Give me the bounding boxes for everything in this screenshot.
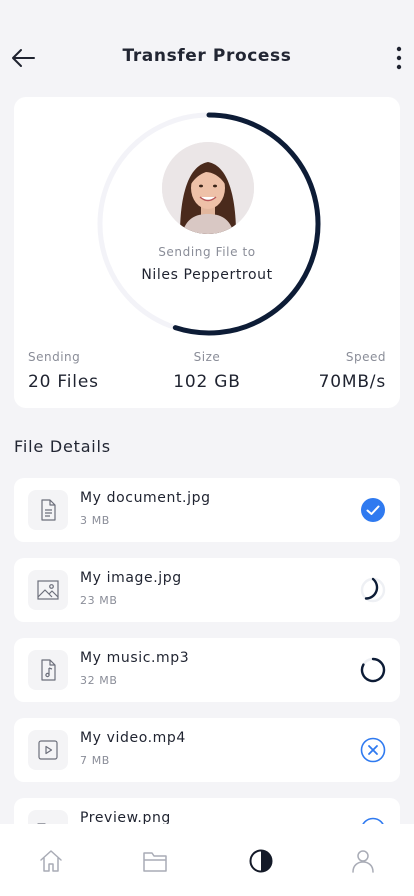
more-vertical-icon[interactable] — [392, 45, 406, 71]
file-row[interactable]: My document.jpg 3 MB — [14, 478, 400, 542]
file-size: 32 MB — [80, 674, 118, 687]
stat-value: 20 Files — [28, 372, 99, 392]
file-name: My video.mp4 — [80, 730, 186, 746]
recipient-name: Niles Peppertrout — [141, 267, 273, 283]
sending-label: Sending File to — [158, 245, 256, 259]
document-icon — [41, 499, 56, 521]
files-icon[interactable] — [142, 848, 168, 874]
avatar — [162, 142, 254, 234]
cancel-circle-icon[interactable] — [360, 737, 386, 763]
stat-value: 102 GB — [173, 372, 241, 392]
file-name: My music.mp3 — [80, 650, 190, 666]
stat-size: Size 102 GB — [149, 350, 265, 392]
file-name: My document.jpg — [80, 490, 211, 506]
file-size: 3 MB — [80, 514, 110, 527]
stat-sending: Sending 20 Files — [28, 350, 99, 392]
profile-icon[interactable] — [350, 848, 376, 874]
stat-label: Size — [193, 350, 221, 364]
video-file-icon — [38, 740, 58, 760]
file-icon-box — [28, 650, 68, 690]
music-file-icon — [41, 659, 56, 681]
pie-chart-icon[interactable] — [248, 848, 274, 874]
stat-label: Sending — [28, 350, 81, 364]
file-size: 7 MB — [80, 754, 110, 767]
loading-spinner-icon — [360, 657, 386, 683]
stat-speed: Speed 70MB/s — [319, 350, 386, 392]
transfer-card: Sending File to Niles Peppertrout Sendin… — [14, 97, 400, 408]
file-row[interactable]: My video.mp4 7 MB — [14, 718, 400, 782]
stat-value: 70MB/s — [318, 372, 386, 392]
file-row[interactable]: My image.jpg 23 MB — [14, 558, 400, 622]
progress-spinner-icon — [360, 577, 386, 603]
file-size: 23 MB — [80, 594, 118, 607]
header: Transfer Process — [0, 0, 414, 100]
stat-label: Speed — [345, 350, 386, 364]
image-icon — [37, 580, 59, 600]
file-icon-box — [28, 570, 68, 610]
file-name: My image.jpg — [80, 570, 182, 586]
home-icon[interactable] — [38, 848, 64, 874]
check-circle-icon — [361, 498, 385, 522]
page-title: Transfer Process — [122, 46, 292, 66]
bottom-nav — [0, 824, 414, 896]
file-row[interactable]: My music.mp3 32 MB — [14, 638, 400, 702]
file-icon-box — [28, 730, 68, 770]
section-title: File Details — [14, 437, 111, 456]
file-icon-box — [28, 490, 68, 530]
